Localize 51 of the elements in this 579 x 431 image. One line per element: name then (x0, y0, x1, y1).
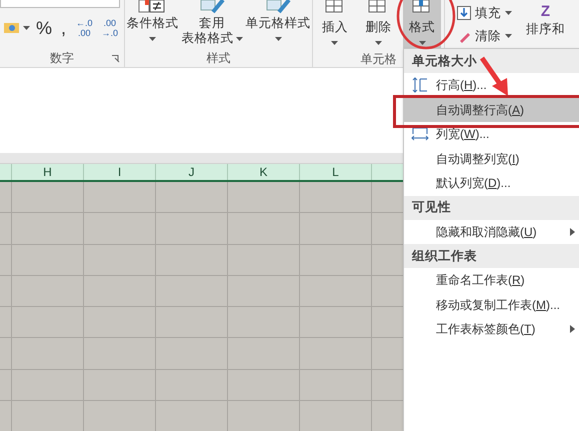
currency-icon (4, 21, 20, 35)
submenu-arrow-icon (570, 325, 575, 334)
sort-icon: Z (540, 4, 550, 19)
cells-button[interactable]: 插入 (316, 0, 354, 50)
column-header[interactable]: J (156, 164, 228, 180)
menu-section-header: 可见性 (404, 196, 579, 220)
menu-item[interactable]: 列宽(W)... (404, 122, 579, 146)
column-header[interactable]: K (228, 164, 300, 180)
menu-item[interactable]: 工作表标签颜色(T) (404, 317, 579, 342)
caret-icon (418, 40, 426, 44)
editing-button[interactable]: 清除 (457, 26, 512, 46)
format-symbol-button[interactable]: , (58, 19, 70, 37)
column-header[interactable]: I (84, 164, 156, 180)
caret-icon (331, 40, 338, 44)
cells-button[interactable]: 删除 (359, 0, 398, 50)
number-format-field[interactable] (0, 0, 120, 8)
group-label: 单元格 (360, 51, 396, 68)
cells-button[interactable]: 格式 (403, 0, 442, 50)
row-height-icon (412, 77, 428, 94)
menu-item[interactable]: 重命名工作表(R) (404, 268, 579, 292)
editing-button[interactable]: 填充 (457, 4, 512, 23)
caret-icon (149, 36, 156, 40)
column-header[interactable]: L (300, 164, 372, 180)
column-header[interactable]: H (12, 164, 84, 180)
menu-item[interactable]: 隐藏和取消隐藏(U) (404, 220, 579, 244)
style-button[interactable]: 套用 表格格式 (182, 0, 242, 49)
caret-icon (23, 26, 30, 30)
menu-item[interactable]: 行高(H)... (404, 73, 579, 98)
group-label: 样式 (206, 50, 230, 67)
format-symbol-button[interactable]: % (33, 19, 56, 37)
menu-item[interactable]: 自动调整行高(A) (404, 98, 579, 122)
menu-item[interactable]: 自动调整列宽(I) (404, 146, 579, 171)
decimal-button[interactable]: ←.0 .00 (74, 18, 95, 38)
column-width-icon (411, 127, 429, 142)
submenu-arrow-icon (570, 228, 575, 236)
caret-icon (505, 11, 512, 16)
menu-item[interactable]: 移动或复制工作表(M)... (404, 292, 579, 317)
caret-icon (236, 36, 242, 40)
currency-button[interactable] (4, 21, 30, 35)
caret-icon (505, 34, 512, 38)
menu-section-header: 单元格大小 (404, 49, 579, 73)
caret-icon (274, 36, 282, 40)
menu-section-header: 组织工作表 (404, 244, 579, 268)
dialog-launcher-icon[interactable] (112, 55, 120, 63)
style-button[interactable]: 条件格式 (126, 0, 178, 49)
menu-item[interactable]: 默认列宽(D)... (404, 171, 579, 196)
decimal-button[interactable]: .00 →.0 (100, 18, 120, 38)
group-label: 数字 (50, 50, 74, 66)
caret-icon (374, 40, 382, 44)
fill-down-icon (457, 6, 471, 20)
style-button[interactable]: 单元格样式 (246, 0, 310, 49)
